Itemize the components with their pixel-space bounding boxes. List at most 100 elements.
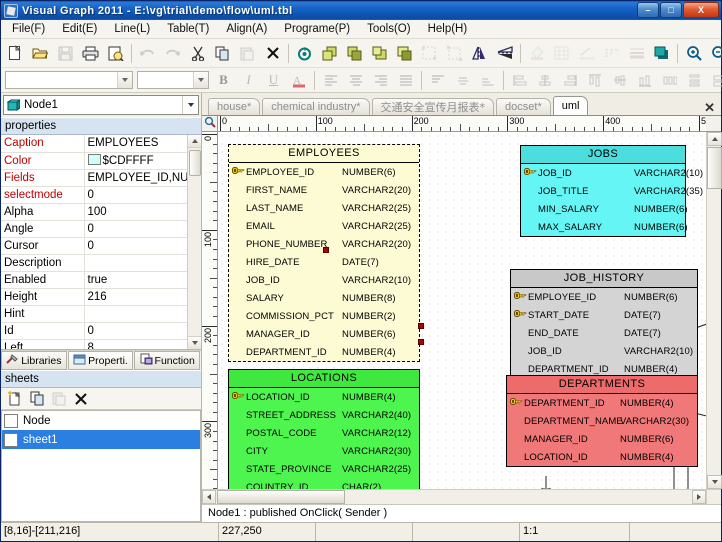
open-icon[interactable] bbox=[29, 42, 52, 65]
er-table-locations[interactable]: LOCATIONS LOCATION_ID NUMBER(4) STREET_ADDR… bbox=[228, 369, 420, 489]
property-row-id[interactable]: Id 0 bbox=[1, 322, 201, 340]
maximize-button[interactable]: □ bbox=[660, 2, 682, 18]
er-table-field-row[interactable]: LAST_NAME VARCHAR2(25) bbox=[229, 199, 419, 217]
copy-sheet-icon[interactable] bbox=[26, 389, 47, 408]
property-row-cursor[interactable]: Cursor 0 bbox=[1, 237, 201, 255]
checkbox-icon[interactable] bbox=[4, 432, 18, 447]
selection-handle[interactable] bbox=[418, 323, 424, 329]
property-value[interactable]: 100 bbox=[84, 203, 201, 221]
font-color-button[interactable]: A bbox=[287, 69, 310, 92]
canvas-horizontal-scrollbar[interactable] bbox=[202, 490, 706, 504]
same-width-icon[interactable] bbox=[708, 69, 722, 92]
er-table-field-row[interactable]: COMMISSION_PCT NUMBER(2) bbox=[229, 307, 419, 325]
canvas-vertical-scrollbar[interactable] bbox=[706, 132, 722, 489]
selection-handle[interactable] bbox=[418, 339, 424, 345]
tab-properties[interactable]: Properti. bbox=[67, 351, 134, 370]
properties-scrollbar[interactable] bbox=[187, 135, 201, 349]
er-table-field-row[interactable]: EMPLOYEE_ID NUMBER(6) bbox=[229, 163, 419, 181]
zoom-in-icon[interactable] bbox=[682, 42, 705, 65]
new-icon[interactable] bbox=[4, 42, 27, 65]
valign-middle-icon[interactable] bbox=[451, 69, 474, 92]
align-nodes-center-icon[interactable] bbox=[533, 69, 556, 92]
property-row-caption[interactable]: Caption EMPLOYEES bbox=[1, 135, 201, 153]
scroll-down-icon[interactable] bbox=[707, 475, 722, 489]
er-table-field-row[interactable]: FIRST_NAME VARCHAR2(20) bbox=[229, 181, 419, 199]
sheet-item-node[interactable]: Node bbox=[2, 411, 200, 430]
er-table-departments[interactable]: DEPARTMENTS DEPARTMENT_ID NUMBER(4) DEPARTM… bbox=[506, 375, 698, 467]
distribute-horizontal-icon[interactable] bbox=[658, 69, 681, 92]
tab-libraries[interactable]: Libraries bbox=[1, 351, 67, 370]
hscroll-thumb[interactable] bbox=[217, 490, 345, 504]
property-value[interactable]: 8 bbox=[84, 339, 201, 349]
selection-handle[interactable] bbox=[323, 247, 329, 253]
menu-item-line[interactable]: Line(L) bbox=[107, 21, 160, 38]
er-table-field-row[interactable]: EMPLOYEE_ID NUMBER(6) bbox=[511, 288, 697, 306]
er-table-field-row[interactable]: HIRE_DATE DATE(7) bbox=[229, 253, 419, 271]
flip-vertical-icon[interactable] bbox=[493, 42, 516, 65]
scrollbar-thumb[interactable] bbox=[189, 150, 201, 176]
doc-tab-chemical-industry[interactable]: chemical industry* bbox=[262, 98, 370, 115]
print-icon[interactable] bbox=[79, 42, 102, 65]
er-table-field-row[interactable]: EMAIL VARCHAR2(25) bbox=[229, 217, 419, 235]
property-row-selectmode[interactable]: selectmode 0 bbox=[1, 186, 201, 204]
align-nodes-middle-icon[interactable] bbox=[608, 69, 631, 92]
er-table-field-row[interactable]: MAX_SALARY NUMBER(6) bbox=[521, 218, 688, 236]
menu-item-file[interactable]: File(F) bbox=[5, 21, 55, 38]
flip-horizontal-icon[interactable] bbox=[468, 42, 491, 65]
property-row-description[interactable]: Description bbox=[1, 254, 201, 272]
er-table-job-history[interactable]: JOB_HISTORY EMPLOYEE_ID NUMBER(6) START_DAT… bbox=[510, 269, 698, 379]
er-table-field-row[interactable]: JOB_ID VARCHAR2(10) bbox=[511, 342, 697, 360]
property-value[interactable]: $CDFFFF bbox=[84, 152, 201, 170]
scroll-right-icon[interactable] bbox=[692, 490, 706, 504]
diagram-canvas[interactable]: EMPLOYEES EMPLOYEE_ID NUMBER(6) FIRST_NAME V… bbox=[218, 132, 706, 489]
property-row-enabled[interactable]: Enabled true bbox=[1, 271, 201, 289]
er-table-field-row[interactable]: DEPARTMENT_NAME VARCHAR2(30) bbox=[507, 412, 697, 430]
object-selector[interactable]: Node1 bbox=[3, 95, 199, 115]
align-nodes-top-icon[interactable] bbox=[583, 69, 606, 92]
property-value[interactable]: EMPLOYEE_ID,NU bbox=[84, 169, 201, 187]
align-right-icon[interactable] bbox=[369, 69, 392, 92]
er-table-field-row[interactable]: LOCATION_ID NUMBER(4) bbox=[229, 388, 419, 406]
print-preview-icon[interactable] bbox=[104, 42, 127, 65]
align-nodes-left-icon[interactable] bbox=[508, 69, 531, 92]
doc-tab-uml[interactable]: uml bbox=[552, 96, 589, 115]
font-size-combo[interactable] bbox=[137, 71, 209, 89]
zoom-out-icon[interactable] bbox=[707, 42, 722, 65]
color-swatch[interactable] bbox=[87, 154, 101, 165]
chevron-down-icon[interactable] bbox=[193, 72, 208, 88]
scroll-up-icon[interactable] bbox=[188, 135, 201, 148]
align-left-icon[interactable] bbox=[319, 69, 342, 92]
send-backward-icon[interactable] bbox=[393, 42, 416, 65]
shadow-icon[interactable] bbox=[650, 42, 673, 65]
sheet-item-sheet1[interactable]: sheet1 bbox=[2, 430, 200, 449]
delete-sheet-icon[interactable] bbox=[70, 389, 91, 408]
menu-item-edit[interactable]: Edit(E) bbox=[55, 21, 107, 38]
property-row-fields[interactable]: Fields EMPLOYEE_ID,NU bbox=[1, 169, 201, 187]
menu-item-table[interactable]: Table(T) bbox=[160, 21, 219, 38]
scroll-up-icon[interactable] bbox=[707, 132, 722, 146]
scroll-down-icon[interactable] bbox=[188, 336, 201, 349]
copy-icon[interactable] bbox=[211, 42, 234, 65]
new-sheet-icon[interactable] bbox=[4, 389, 25, 408]
er-table-field-row[interactable]: DEPARTMENT_ID NUMBER(4) bbox=[229, 343, 419, 361]
scroll-left-icon[interactable] bbox=[202, 490, 216, 504]
er-table-field-row[interactable]: MIN_SALARY NUMBER(6) bbox=[521, 200, 688, 218]
doc-tab-house[interactable]: house* bbox=[208, 98, 261, 115]
property-value[interactable]: 0 bbox=[84, 220, 201, 238]
tab-function[interactable]: Function bbox=[134, 351, 201, 370]
bold-button[interactable]: B bbox=[212, 69, 235, 92]
bring-forward-icon[interactable] bbox=[368, 42, 391, 65]
property-row-angle[interactable]: Angle 0 bbox=[1, 220, 201, 238]
send-to-back-icon[interactable] bbox=[343, 42, 366, 65]
menu-item-tools[interactable]: Tools(O) bbox=[360, 21, 420, 38]
property-value[interactable]: true bbox=[84, 271, 201, 289]
er-table-field-row[interactable]: JOB_ID VARCHAR2(10) bbox=[229, 271, 419, 289]
er-table-field-row[interactable]: SALARY NUMBER(8) bbox=[229, 289, 419, 307]
er-table-field-row[interactable]: LOCATION_ID NUMBER(4) bbox=[507, 448, 697, 466]
property-value[interactable]: 0 bbox=[84, 186, 201, 204]
menu-item-programe[interactable]: Programe(P) bbox=[277, 21, 360, 38]
er-table-field-row[interactable]: JOB_ID VARCHAR2(10) bbox=[521, 164, 703, 182]
align-nodes-bottom-icon[interactable] bbox=[633, 69, 656, 92]
er-table-field-row[interactable]: JOB_TITLE VARCHAR2(35) bbox=[521, 182, 703, 200]
checkbox-icon[interactable] bbox=[4, 413, 18, 428]
